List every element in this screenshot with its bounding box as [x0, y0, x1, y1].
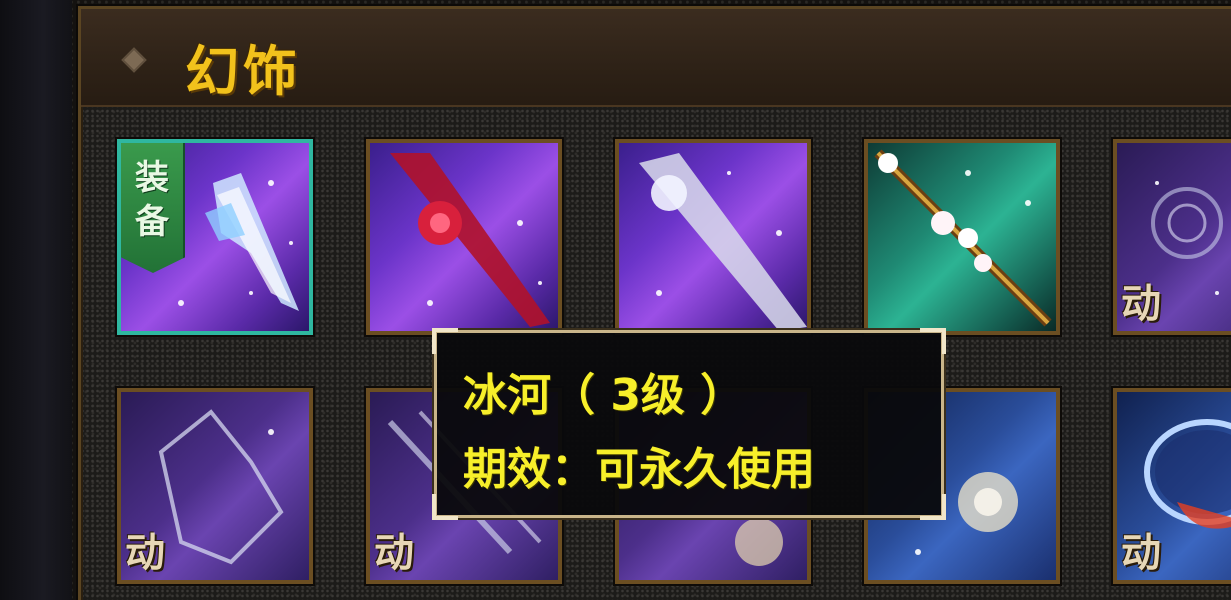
equipped-badge: 装 备 — [121, 143, 185, 273]
background-edge — [0, 0, 72, 600]
animated-tag: 动 — [374, 530, 414, 576]
tooltip-corner — [920, 494, 946, 520]
item-slot-crimson-blade[interactable] — [366, 139, 562, 335]
crimson-sword-icon — [370, 143, 558, 331]
item-tooltip: 冰河（ 3级 ） 期效：可永久使用 — [432, 328, 946, 520]
equipped-badge-char-2: 备 — [135, 202, 169, 242]
tooltip-item-name: 冰河（ 3级 ） — [463, 370, 745, 421]
item-slot-rose-crest[interactable]: 动 — [1113, 139, 1231, 335]
panel-title: 幻饰 — [185, 40, 301, 103]
item-slot-silver-blade[interactable] — [615, 139, 811, 335]
tooltip-corner — [432, 494, 458, 520]
tooltip-corner — [432, 328, 458, 354]
tooltip-duration: 期效：可永久使用 — [463, 444, 815, 495]
item-slot-flame-racket[interactable]: 动 — [1113, 388, 1231, 584]
panel-header: 幻饰 — [81, 9, 1231, 107]
animated-tag: 动 — [1121, 530, 1161, 576]
item-slot-frost-wreath[interactable]: 动 — [117, 388, 313, 584]
animated-tag: 动 — [125, 530, 165, 576]
game-screen: 幻饰 装 备 动 动 动 动 冰河（ 3级 ） 期效：可永久使用 — [0, 0, 1231, 600]
silver-sword-icon — [619, 143, 807, 331]
animated-tag: 动 — [1121, 281, 1161, 327]
item-slot-ice-river[interactable]: 装 备 — [117, 139, 313, 335]
diamond-icon — [121, 47, 147, 73]
item-slot-plum-branch[interactable] — [864, 139, 1060, 335]
equipped-badge-char-1: 装 — [135, 158, 169, 198]
plum-blossom-branch-icon — [868, 143, 1056, 331]
tooltip-corner — [920, 328, 946, 354]
